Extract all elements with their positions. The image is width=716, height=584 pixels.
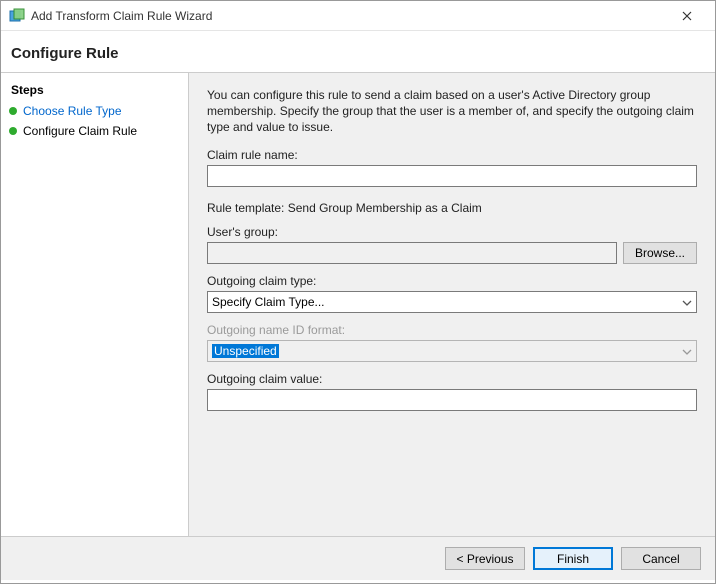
steps-sidebar: Steps Choose Rule Type Configure Claim R… bbox=[1, 73, 189, 536]
page-title: Configure Rule bbox=[11, 45, 705, 62]
description-text: You can configure this rule to send a cl… bbox=[207, 87, 697, 136]
previous-button[interactable]: < Previous bbox=[445, 547, 525, 570]
claim-rule-name-input[interactable] bbox=[207, 165, 697, 187]
chevron-down-icon bbox=[682, 295, 692, 309]
claim-rule-name-label: Claim rule name: bbox=[207, 148, 697, 162]
outgoing-claim-value-input[interactable] bbox=[207, 389, 697, 411]
finish-button[interactable]: Finish bbox=[533, 547, 613, 570]
outgoing-name-id-label: Outgoing name ID format: bbox=[207, 323, 697, 337]
users-group-input[interactable] bbox=[207, 242, 617, 264]
window-title: Add Transform Claim Rule Wizard bbox=[31, 9, 667, 23]
step-label: Configure Claim Rule bbox=[23, 124, 137, 138]
footer-buttons: < Previous Finish Cancel bbox=[1, 536, 715, 580]
step-bullet-icon bbox=[9, 127, 17, 135]
app-icon bbox=[9, 8, 25, 24]
step-choose-rule-type[interactable]: Choose Rule Type bbox=[1, 101, 188, 121]
outgoing-claim-value-label: Outgoing claim value: bbox=[207, 372, 697, 386]
main-panel: You can configure this rule to send a cl… bbox=[189, 73, 715, 536]
rule-template-value: Send Group Membership as a Claim bbox=[288, 201, 482, 215]
step-bullet-icon bbox=[9, 107, 17, 115]
titlebar: Add Transform Claim Rule Wizard bbox=[1, 1, 715, 31]
rule-template-prefix: Rule template: bbox=[207, 201, 288, 215]
outgoing-name-id-select: Unspecified bbox=[207, 340, 697, 362]
window-close-button[interactable] bbox=[667, 2, 707, 30]
step-configure-claim-rule[interactable]: Configure Claim Rule bbox=[1, 121, 188, 141]
outgoing-claim-type-select[interactable]: Specify Claim Type... bbox=[207, 291, 697, 313]
page-header: Configure Rule bbox=[1, 31, 715, 73]
step-label: Choose Rule Type bbox=[23, 104, 122, 118]
select-value: Specify Claim Type... bbox=[212, 295, 325, 309]
users-group-label: User's group: bbox=[207, 225, 697, 239]
steps-heading: Steps bbox=[1, 79, 188, 101]
outgoing-claim-type-label: Outgoing claim type: bbox=[207, 274, 697, 288]
rule-template-line: Rule template: Send Group Membership as … bbox=[207, 201, 697, 215]
chevron-down-icon bbox=[682, 344, 692, 358]
select-value: Unspecified bbox=[212, 344, 279, 358]
cancel-button[interactable]: Cancel bbox=[621, 547, 701, 570]
browse-button[interactable]: Browse... bbox=[623, 242, 697, 264]
